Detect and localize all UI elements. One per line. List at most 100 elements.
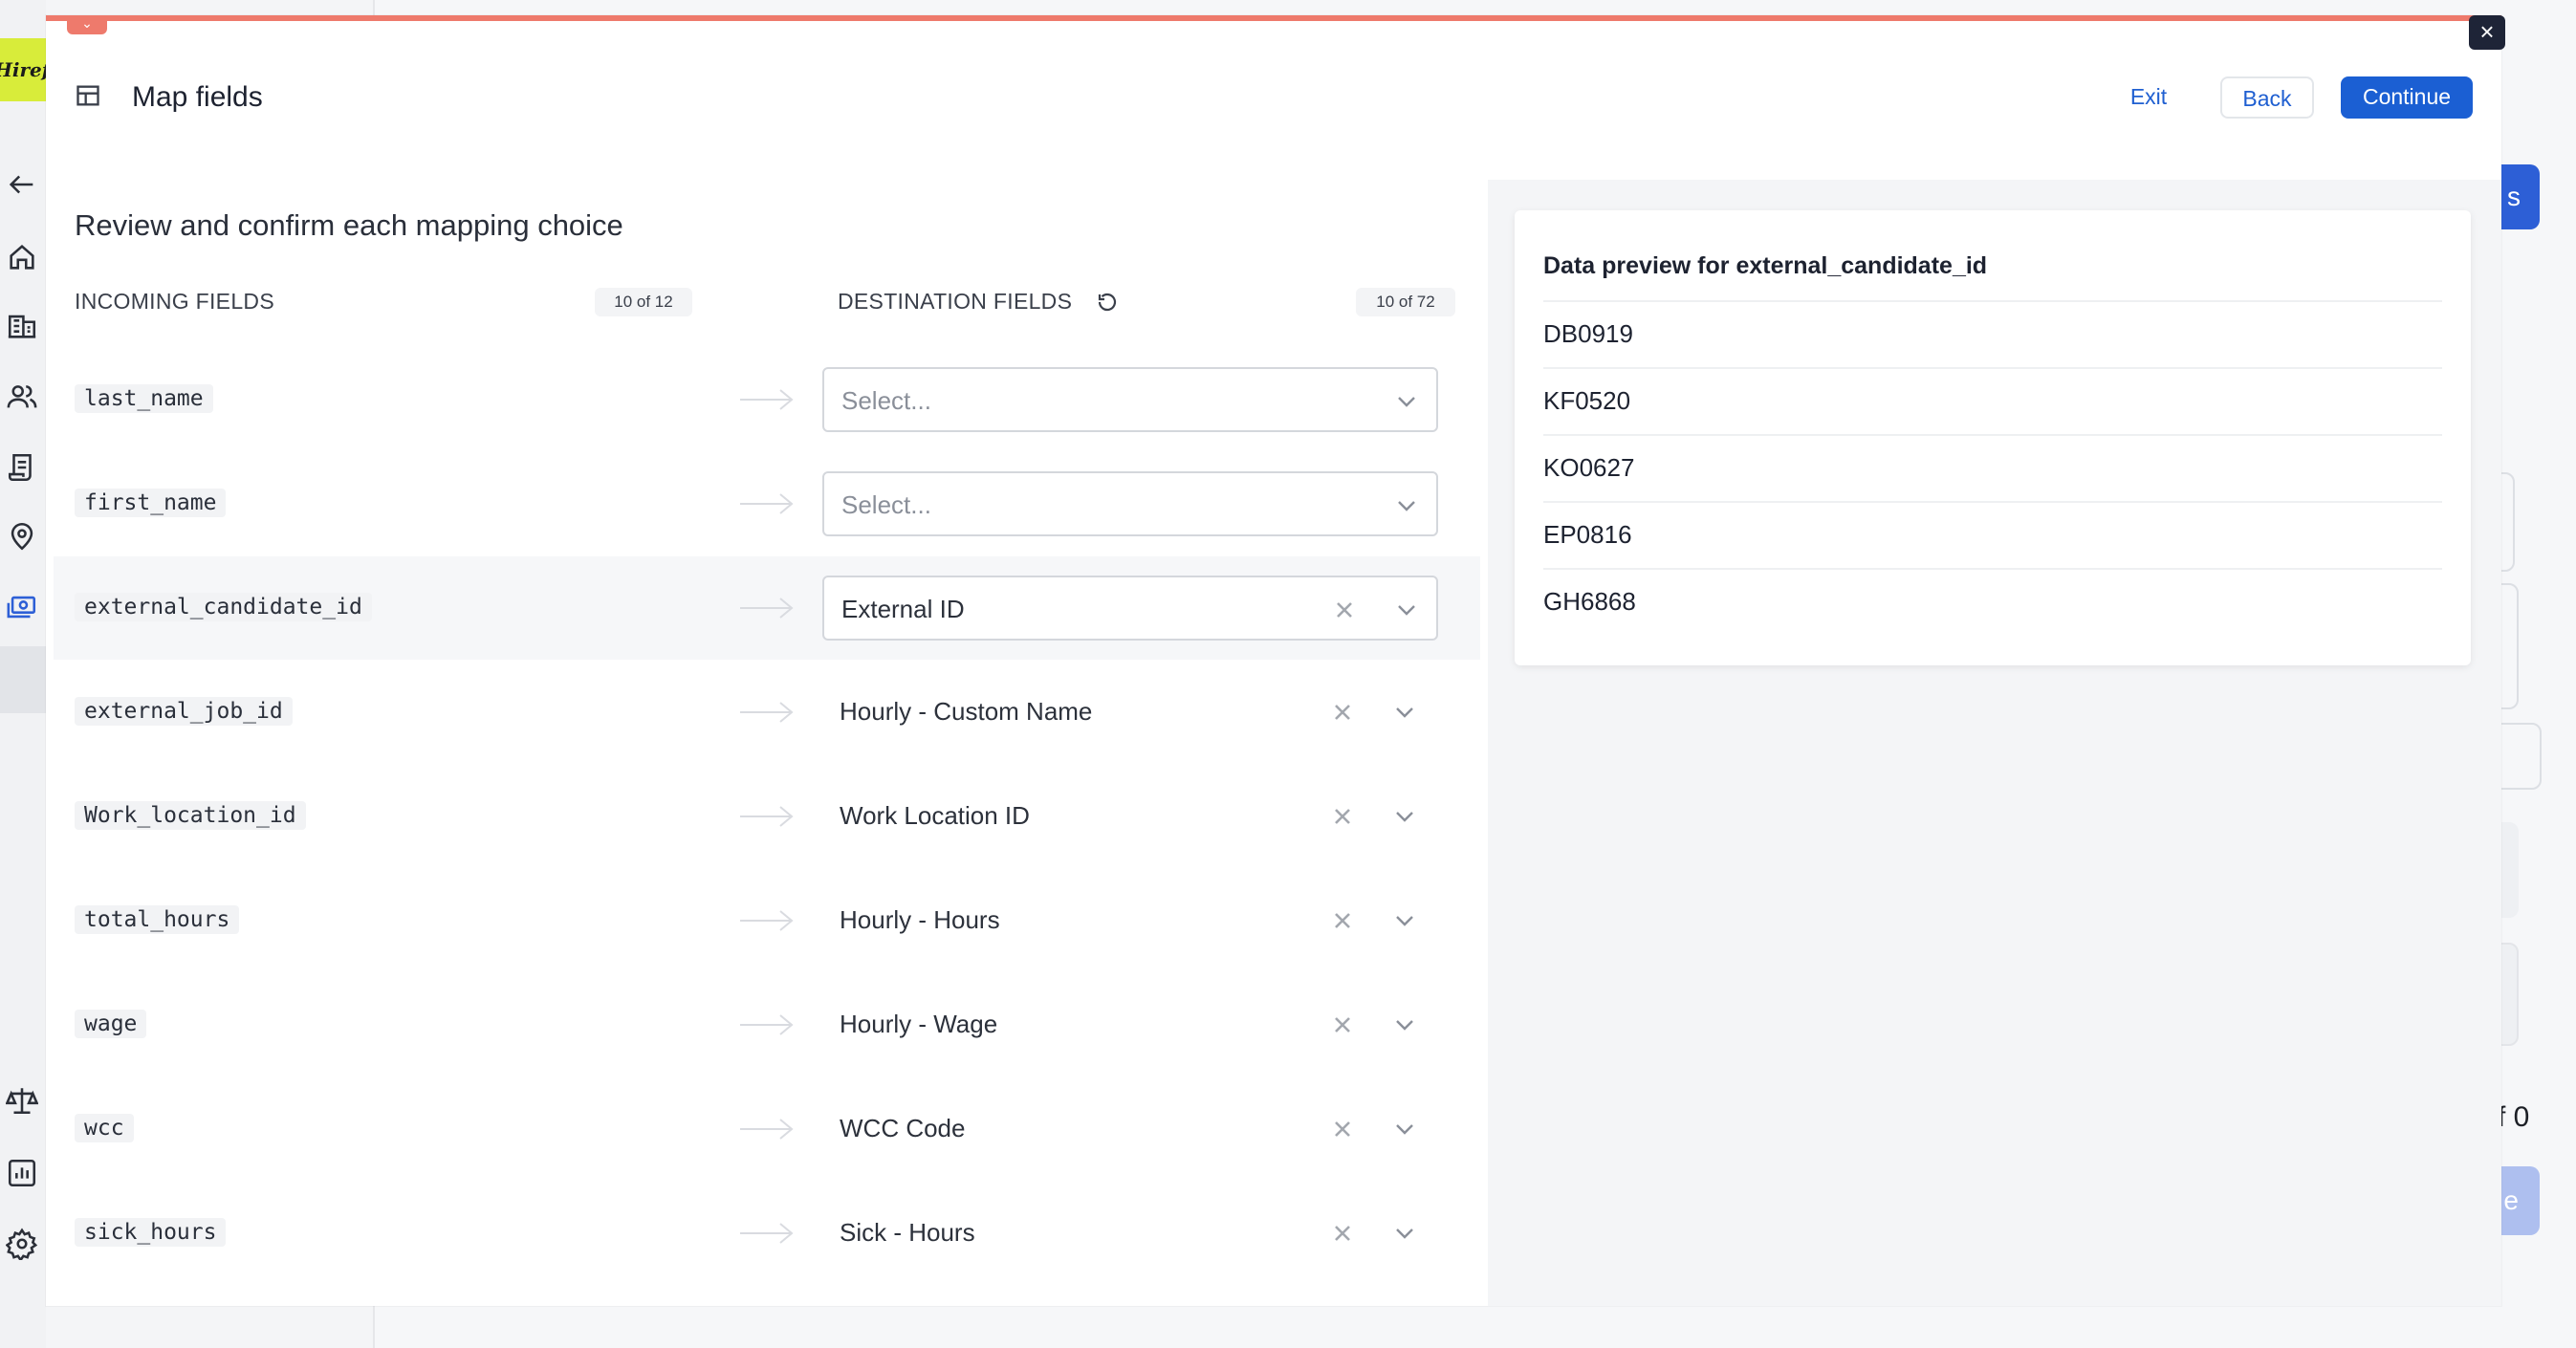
people-icon[interactable]: [6, 380, 38, 413]
destination-select[interactable]: Hourly - Custom Name: [822, 680, 1438, 745]
arrow-right-icon: [738, 489, 796, 519]
incoming-field-name: sick_hours: [75, 1218, 227, 1247]
incoming-field-name: Work_location_id: [75, 801, 306, 830]
destination-value: Work Location ID: [840, 801, 1030, 830]
collapse-tab[interactable]: ⌄: [67, 15, 107, 34]
incoming-field-name: last_name: [75, 384, 213, 413]
app-logo: Hirefly: [0, 38, 46, 101]
clear-icon[interactable]: [1331, 1013, 1354, 1036]
preview-value-row: KO0627: [1543, 434, 2442, 503]
progress-bar: [46, 15, 2501, 21]
arrow-right-icon: [738, 697, 796, 728]
arrow-right-icon: [738, 1218, 796, 1249]
preview-value-row: EP0816: [1543, 501, 2442, 570]
mapping-row: first_name Select...: [54, 452, 1480, 555]
preview-value: EP0816: [1543, 520, 1632, 549]
back-arrow-icon[interactable]: [6, 168, 38, 201]
continue-button[interactable]: Continue: [2341, 76, 2473, 119]
arrow-right-icon: [738, 1010, 796, 1040]
data-preview-card: Data preview for external_candidate_id D…: [1515, 210, 2471, 665]
home-icon[interactable]: [6, 241, 38, 273]
section-heading: Review and confirm each mapping choice: [75, 208, 623, 242]
chevron-down-icon[interactable]: [1392, 805, 1417, 828]
close-icon: ×: [2479, 17, 2495, 46]
destination-select[interactable]: Select...: [822, 367, 1438, 432]
destination-value: Sick - Hours: [840, 1218, 975, 1247]
close-modal-button[interactable]: ×: [2469, 15, 2505, 50]
exit-button[interactable]: Exit: [2109, 76, 2188, 119]
modal-header: Map fields: [75, 78, 263, 117]
destination-select[interactable]: Hourly - Hours: [822, 888, 1438, 953]
clear-icon[interactable]: [1331, 805, 1354, 828]
mapping-row: total_hours Hourly - Hours: [54, 869, 1480, 972]
app-sidebar: Hirefly: [0, 0, 46, 1348]
incoming-field-name: wage: [75, 1010, 147, 1038]
preview-value-row: GH6868: [1543, 568, 2442, 637]
preview-value-row: KF0520: [1543, 367, 2442, 436]
gear-icon[interactable]: [5, 1228, 38, 1263]
clear-icon[interactable]: [1331, 1118, 1354, 1141]
destination-select[interactable]: Sick - Hours: [822, 1201, 1438, 1266]
chevron-down-icon[interactable]: [1394, 494, 1419, 517]
preview-value: KF0520: [1543, 386, 1631, 415]
chevron-down-icon[interactable]: [1392, 1118, 1417, 1141]
clear-icon[interactable]: [1331, 909, 1354, 932]
incoming-field-name: wcc: [75, 1114, 134, 1142]
destination-value: External ID: [841, 595, 965, 623]
mapping-row: Work_location_id Work Location ID: [54, 765, 1480, 868]
destination-select[interactable]: Work Location ID: [822, 784, 1438, 849]
clear-icon[interactable]: [1331, 701, 1354, 724]
destination-value: Hourly - Custom Name: [840, 697, 1093, 726]
mapping-row: external_job_id Hourly - Custom Name: [54, 661, 1480, 764]
preview-value-row: DB0919: [1543, 300, 2442, 369]
back-button[interactable]: Back: [2220, 76, 2314, 119]
incoming-field-name: total_hours: [75, 905, 240, 934]
chevron-down-icon[interactable]: [1392, 1013, 1417, 1036]
clear-icon[interactable]: [1331, 1222, 1354, 1245]
chevron-down-icon[interactable]: [1392, 1222, 1417, 1245]
building-icon[interactable]: [6, 310, 38, 342]
clear-icon[interactable]: [1333, 598, 1356, 621]
preview-value: KO0627: [1543, 453, 1635, 482]
active-nav-highlight: [0, 646, 46, 713]
chevron-down-icon[interactable]: [1392, 701, 1417, 724]
destination-select[interactable]: Hourly - Wage: [822, 992, 1438, 1057]
destination-value: Select...: [841, 386, 931, 415]
map-fields-modal: ⌄ Map fields Exit Back Continue Review a…: [46, 15, 2501, 1306]
preview-value: GH6868: [1543, 587, 1636, 616]
table-icon: [75, 82, 101, 114]
mapping-row: wcc WCC Code: [54, 1077, 1480, 1181]
incoming-count-badge: 10 of 12: [595, 288, 692, 316]
mapping-row: wage Hourly - Wage: [54, 973, 1480, 1076]
chevron-down-icon[interactable]: [1394, 390, 1419, 413]
incoming-field-name: external_job_id: [75, 697, 293, 726]
arrow-right-icon: [738, 1114, 796, 1144]
reset-icon[interactable]: [1096, 291, 1119, 314]
background-pagination-text: f 0: [2498, 1101, 2530, 1133]
destination-value: Hourly - Wage: [840, 1010, 998, 1038]
payroll-icon[interactable]: [6, 591, 38, 623]
destination-select[interactable]: Select...: [822, 471, 1438, 536]
modal-title: Map fields: [132, 81, 263, 113]
incoming-field-name: first_name: [75, 489, 227, 517]
incoming-fields-header: INCOMING FIELDS: [75, 289, 274, 314]
report-icon[interactable]: [6, 1157, 38, 1189]
document-icon[interactable]: [6, 451, 38, 484]
destination-count-badge: 10 of 72: [1356, 288, 1455, 316]
arrow-right-icon: [738, 801, 796, 832]
destination-fields-header: DESTINATION FIELDS: [838, 289, 1073, 314]
arrow-right-icon: [738, 905, 796, 936]
chevron-down-icon[interactable]: [1394, 598, 1419, 621]
chevron-down-icon[interactable]: [1392, 909, 1417, 932]
destination-value: Select...: [841, 490, 931, 519]
destination-select[interactable]: External ID: [822, 576, 1438, 641]
scale-icon[interactable]: [5, 1084, 39, 1117]
destination-value: Hourly - Hours: [840, 905, 1000, 934]
arrow-right-icon: [738, 593, 796, 623]
mapping-row: last_name Select...: [54, 348, 1480, 451]
preview-value: DB0919: [1543, 319, 1633, 348]
destination-select[interactable]: WCC Code: [822, 1097, 1438, 1162]
location-pin-icon[interactable]: [6, 520, 38, 553]
incoming-field-name: external_candidate_id: [75, 593, 372, 621]
mapping-row: external_candidate_id External ID: [54, 556, 1480, 660]
